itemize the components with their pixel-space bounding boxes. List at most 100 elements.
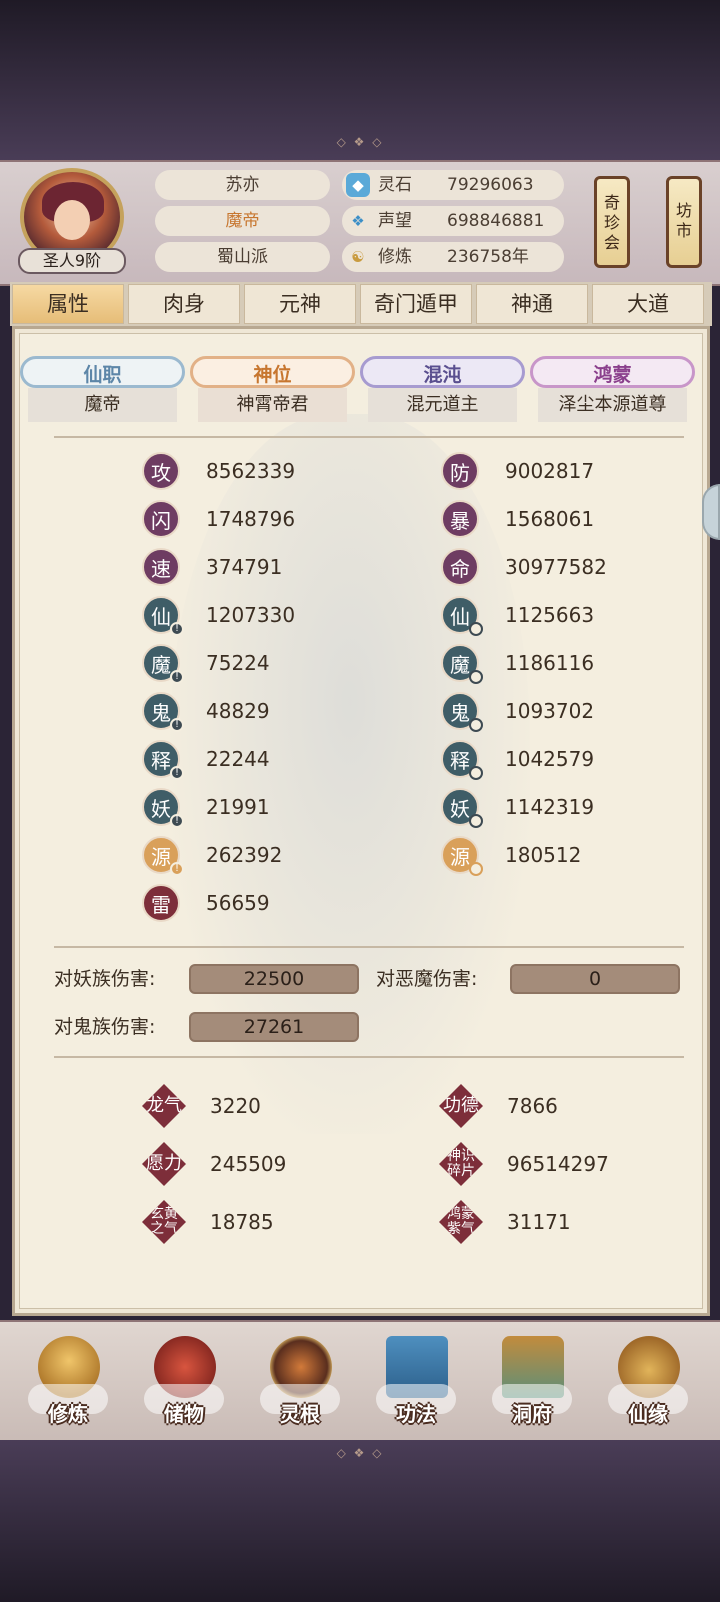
stat-value: 8562339	[206, 459, 296, 483]
resource-value: 698846881	[447, 211, 545, 231]
nav-immortal-fate[interactable]: 仙缘	[598, 1330, 698, 1440]
stat-value: 1186116	[505, 651, 595, 675]
tab-dao[interactable]: 大道	[592, 284, 704, 324]
divider	[54, 946, 684, 948]
attack-icon: 攻	[142, 452, 180, 490]
stat-value: 1207330	[206, 603, 296, 627]
stat-origin-defense: 源 180512	[441, 836, 701, 876]
rank-hongmeng[interactable]: 鸿蒙 泽尘本源道尊	[530, 356, 695, 424]
extra-hongmeng-purple-qi: 鸿蒙紫气 31171	[439, 1200, 679, 1244]
tab-attributes[interactable]: 属性	[12, 284, 124, 324]
tab-qimen[interactable]: 奇门遁甲	[360, 284, 472, 324]
reputation-icon: ❖	[351, 212, 365, 230]
attack-badge-icon: !	[170, 622, 184, 636]
spirit-stone-icon: ◆	[346, 173, 370, 197]
stat-value: 374791	[206, 555, 283, 579]
resource-value: 79296063	[447, 175, 534, 195]
attack-badge-icon: !	[170, 766, 184, 780]
resource-value: 236758年	[447, 247, 529, 267]
rank-head: 鸿蒙	[530, 356, 695, 388]
stat-value: 1093702	[505, 699, 595, 723]
stat-demon-defense: 魔 1186116	[441, 644, 701, 684]
defense-badge-icon	[469, 718, 483, 732]
defense-badge-icon	[469, 670, 483, 684]
stat-value: 1142319	[505, 795, 595, 819]
resource-reputation: ❖ 声望 698846881	[342, 206, 564, 236]
stat-value: 21991	[206, 795, 270, 819]
side-drawer-handle[interactable]	[702, 484, 720, 540]
attack-badge-icon: !	[170, 718, 184, 732]
attack-badge-icon: !	[170, 814, 184, 828]
stat-value: 56659	[206, 891, 270, 915]
resource-label: 声望	[378, 211, 412, 231]
rank-value: 神霄帝君	[198, 388, 347, 422]
rank-head: 仙职	[20, 356, 185, 388]
stat-buddha-attack: 释 ! 22244	[142, 740, 402, 780]
stat-defense: 防 9002817	[441, 452, 701, 492]
rank-divine-position[interactable]: 神位 神霄帝君	[190, 356, 355, 424]
extra-merit: 功德 7866	[439, 1084, 679, 1128]
stat-value: 180512	[505, 843, 582, 867]
damage-value: 0	[510, 964, 680, 994]
lantern-bazaar[interactable]: 坊市	[666, 176, 702, 268]
resource-label: 修炼	[378, 247, 412, 267]
nav-spirit-root[interactable]: 灵根	[250, 1330, 350, 1440]
avatar-face	[54, 200, 90, 240]
defense-icon: 防	[441, 452, 479, 490]
speed-icon: 速	[142, 548, 180, 586]
nav-storage[interactable]: 储物	[134, 1330, 234, 1440]
damage-value: 27261	[189, 1012, 359, 1042]
bottom-ornament: ◇ ❖ ◇	[336, 1446, 384, 1460]
defense-badge-icon	[469, 622, 483, 636]
stat-value: 22244	[206, 747, 270, 771]
extra-value: 245509	[210, 1152, 287, 1176]
stat-ghost-attack: 鬼 ! 48829	[142, 692, 402, 732]
stat-value: 262392	[206, 843, 283, 867]
tab-body[interactable]: 肉身	[128, 284, 240, 324]
nav-techniques[interactable]: 功法	[366, 1330, 466, 1440]
merit-icon: 功德	[439, 1084, 483, 1128]
stat-value: 9002817	[505, 459, 595, 483]
damage-label: 对鬼族伤害:	[54, 1016, 156, 1038]
rank-head: 神位	[190, 356, 355, 388]
resource-cultivation: ☯ 修炼 236758年	[342, 242, 564, 272]
nav-label: 功法	[396, 1402, 436, 1426]
player-header: 圣人9阶 苏亦 魔帝 蜀山派 ◆ 灵石 79296063 ❖ 声望 698846…	[0, 160, 720, 286]
tab-skills[interactable]: 神通	[476, 284, 588, 324]
nav-label: 洞府	[512, 1402, 552, 1426]
divider	[54, 1056, 684, 1058]
stat-hp: 命 30977582	[441, 548, 701, 588]
extra-dragon-qi: 龙气 3220	[142, 1084, 382, 1128]
stat-ghost-defense: 鬼 1093702	[441, 692, 701, 732]
stat-value: 1125663	[505, 603, 595, 627]
stat-value: 1568061	[505, 507, 595, 531]
divider	[54, 436, 684, 438]
cultivation-icon: ☯	[351, 248, 365, 266]
stat-speed: 速 374791	[142, 548, 402, 588]
nav-cave-dwelling[interactable]: 洞府	[482, 1330, 582, 1440]
nav-label: 储物	[164, 1402, 204, 1426]
rank-chaos[interactable]: 混沌 混元道主	[360, 356, 525, 424]
tab-bar: 属性 肉身 元神 奇门遁甲 神通 大道	[10, 282, 712, 326]
stat-immortal-defense: 仙 1125663	[441, 596, 701, 636]
stat-value: 48829	[206, 699, 270, 723]
nav-cultivate[interactable]: 修炼	[18, 1330, 118, 1440]
dodge-icon: 闪	[142, 500, 180, 538]
hongmeng-purple-qi-icon: 鸿蒙紫气	[439, 1200, 483, 1244]
stat-buddha-defense: 释 1042579	[441, 740, 701, 780]
extra-wish-power: 愿力 245509	[142, 1142, 382, 1186]
stat-value: 1748796	[206, 507, 296, 531]
rank-immortal-post[interactable]: 仙职 魔帝	[20, 356, 185, 424]
stat-yao-defense: 妖 1142319	[441, 788, 701, 828]
resource-label: 灵石	[378, 175, 412, 195]
stat-attack: 攻 8562339	[142, 452, 402, 492]
wish-power-icon: 愿力	[142, 1142, 186, 1186]
player-sect: 蜀山派	[155, 242, 330, 272]
stat-yao-attack: 妖 ! 21991	[142, 788, 402, 828]
lantern-treasure-market[interactable]: 奇珍会	[594, 176, 630, 268]
divine-sense-fragment-icon: 神识碎片	[439, 1142, 483, 1186]
tab-soul[interactable]: 元神	[244, 284, 356, 324]
resource-spirit-stone: ◆ 灵石 79296063	[342, 170, 564, 200]
xuanhuang-qi-icon: 玄黄之气	[142, 1200, 186, 1244]
extra-value: 18785	[210, 1210, 274, 1234]
